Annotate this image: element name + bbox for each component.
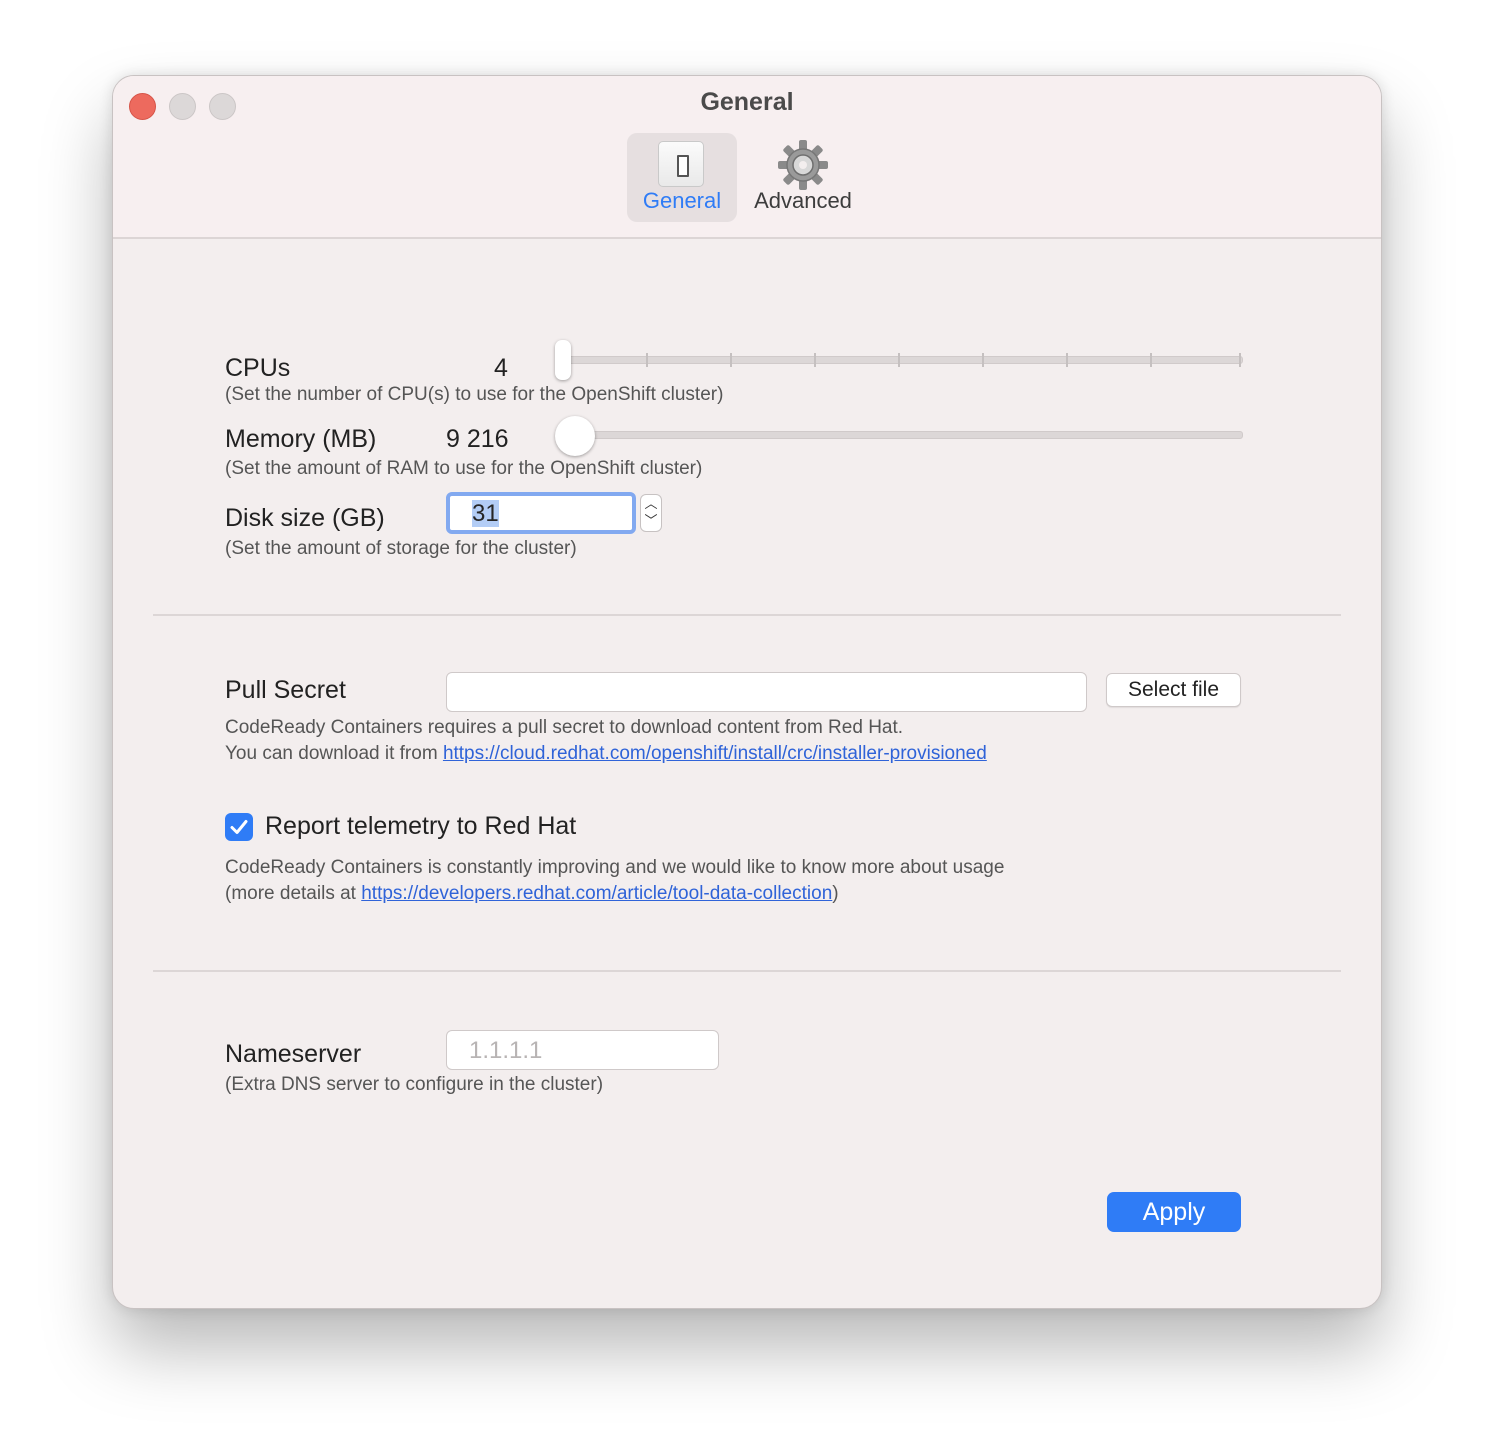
telemetry-hint-suffix: ) — [832, 883, 839, 904]
pull-secret-hint-line2: You can download it from https://cloud.r… — [225, 743, 987, 765]
tab-general-label: General — [642, 188, 722, 213]
section-divider — [153, 614, 1341, 616]
telemetry-label[interactable]: Report telemetry to Red Hat — [265, 812, 576, 841]
telemetry-hint-line2: (more details at https://developers.redh… — [225, 883, 839, 905]
gear-icon — [778, 140, 828, 190]
slider-tick — [646, 353, 648, 367]
chevron-up-icon[interactable]: ︿ — [641, 495, 661, 512]
pull-secret-download-link[interactable]: https://cloud.redhat.com/openshift/insta… — [443, 743, 987, 764]
preferences-window: General General Advanced CPUs 4 (Set the… — [112, 75, 1382, 1309]
slider-tick — [1239, 353, 1241, 367]
checkmark-icon — [230, 820, 248, 834]
slider-tick — [1150, 353, 1152, 367]
memory-hint: (Set the amount of RAM to use for the Op… — [225, 458, 703, 479]
pull-secret-input[interactable] — [446, 672, 1087, 712]
cpus-hint: (Set the number of CPU(s) to use for the… — [225, 384, 724, 405]
chevron-down-icon[interactable]: ﹀ — [641, 512, 661, 529]
nameserver-hint: (Extra DNS server to configure in the cl… — [225, 1074, 604, 1095]
slider-tick — [730, 353, 732, 367]
apply-button[interactable]: Apply — [1107, 1192, 1241, 1232]
pull-secret-hint-prefix: You can download it from — [225, 743, 443, 764]
disk-label: Disk size (GB) — [225, 504, 385, 532]
nameserver-label: Nameserver — [225, 1040, 362, 1068]
telemetry-hint-prefix: (more details at — [225, 883, 362, 904]
pull-secret-hint-line1: CodeReady Containers requires a pull sec… — [225, 717, 904, 738]
disk-size-input[interactable]: 31 — [446, 492, 636, 534]
slider-tick — [1066, 353, 1068, 367]
window-title: General — [700, 88, 794, 116]
slider-tick — [814, 353, 816, 367]
cpus-slider-knob[interactable] — [555, 340, 571, 380]
slider-tick — [982, 353, 984, 367]
telemetry-details-link[interactable]: https://developers.redhat.com/article/to… — [361, 883, 832, 904]
section-divider — [153, 970, 1341, 972]
telemetry-checkbox[interactable] — [225, 813, 253, 841]
tab-advanced[interactable]: Advanced — [743, 133, 863, 222]
slider-tick — [898, 353, 900, 367]
disk-size-value: 31 — [472, 500, 499, 527]
memory-slider-track[interactable] — [559, 431, 1243, 439]
nameserver-input[interactable]: 1.1.1.1 — [446, 1030, 719, 1070]
disk-hint: (Set the amount of storage for the clust… — [225, 538, 577, 559]
cpus-slider-track[interactable] — [559, 356, 1243, 364]
memory-value: 9 216 — [446, 425, 509, 453]
select-file-button[interactable]: Select file — [1106, 673, 1241, 707]
tab-advanced-label: Advanced — [754, 188, 852, 213]
memory-label: Memory (MB) — [225, 425, 377, 453]
memory-slider-knob[interactable] — [555, 416, 595, 456]
title-bar: General General Advanced — [113, 76, 1381, 239]
tab-general[interactable]: General — [627, 133, 737, 222]
pull-secret-label: Pull Secret — [225, 676, 346, 704]
disk-size-stepper[interactable]: ︿ ﹀ — [640, 494, 662, 532]
cpus-label: CPUs — [225, 354, 291, 382]
cpus-value: 4 — [494, 354, 508, 382]
telemetry-hint-line1: CodeReady Containers is constantly impro… — [225, 857, 1005, 878]
switch-icon — [658, 141, 704, 187]
